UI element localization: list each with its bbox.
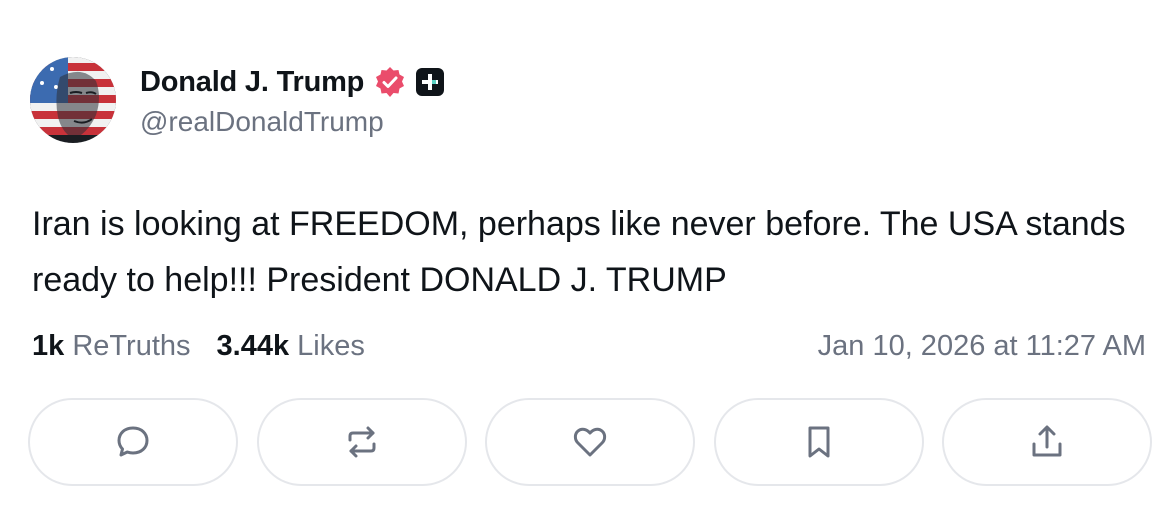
heart-icon	[573, 427, 607, 457]
likes-count: 3.44k	[216, 329, 290, 362]
post-text: Iran is looking at FREEDOM, perhaps like…	[32, 205, 1126, 299]
retruths-label: ReTruths	[72, 329, 191, 362]
post-timestamp: Jan 10, 2026 at 11:27 AM	[817, 329, 1146, 362]
reply-button[interactable]	[28, 398, 238, 486]
retruths-stat[interactable]: 1k ReTruths	[32, 330, 191, 363]
author-handle[interactable]: @realDonaldTrump	[140, 106, 444, 138]
likes-label: Likes	[297, 329, 365, 362]
share-button[interactable]	[942, 398, 1152, 486]
retruths-count: 1k	[32, 329, 65, 362]
post-header: Donald J. Trump @realDonaldTrump	[30, 56, 445, 144]
name-row: Donald J. Trump	[140, 62, 445, 102]
repost-icon	[348, 426, 375, 458]
author-display-name[interactable]: Donald J. Trump	[140, 66, 364, 99]
flag-portrait-avatar-icon	[30, 57, 116, 143]
bookmark-icon	[808, 426, 829, 458]
share-icon	[1032, 425, 1062, 457]
plus-badge-icon	[416, 68, 445, 96]
likes-stat[interactable]: 3.44k Likes	[217, 330, 365, 363]
bookmark-button[interactable]	[713, 398, 924, 486]
post-stats: 1k ReTruths 3.44k Likes Jan 10, 2026 at …	[32, 326, 1146, 366]
verified-badge-icon	[374, 66, 406, 98]
avatar[interactable]	[30, 57, 116, 143]
author-names: Donald J. Trump @realDonaldTrump	[140, 62, 445, 138]
comment-icon	[117, 426, 149, 457]
post-card: Donald J. Trump @realDonaldTrump Iran is…	[0, 0, 1174, 522]
action-bar	[28, 398, 1152, 486]
retruth-button[interactable]	[256, 398, 467, 486]
like-button[interactable]	[485, 398, 695, 486]
